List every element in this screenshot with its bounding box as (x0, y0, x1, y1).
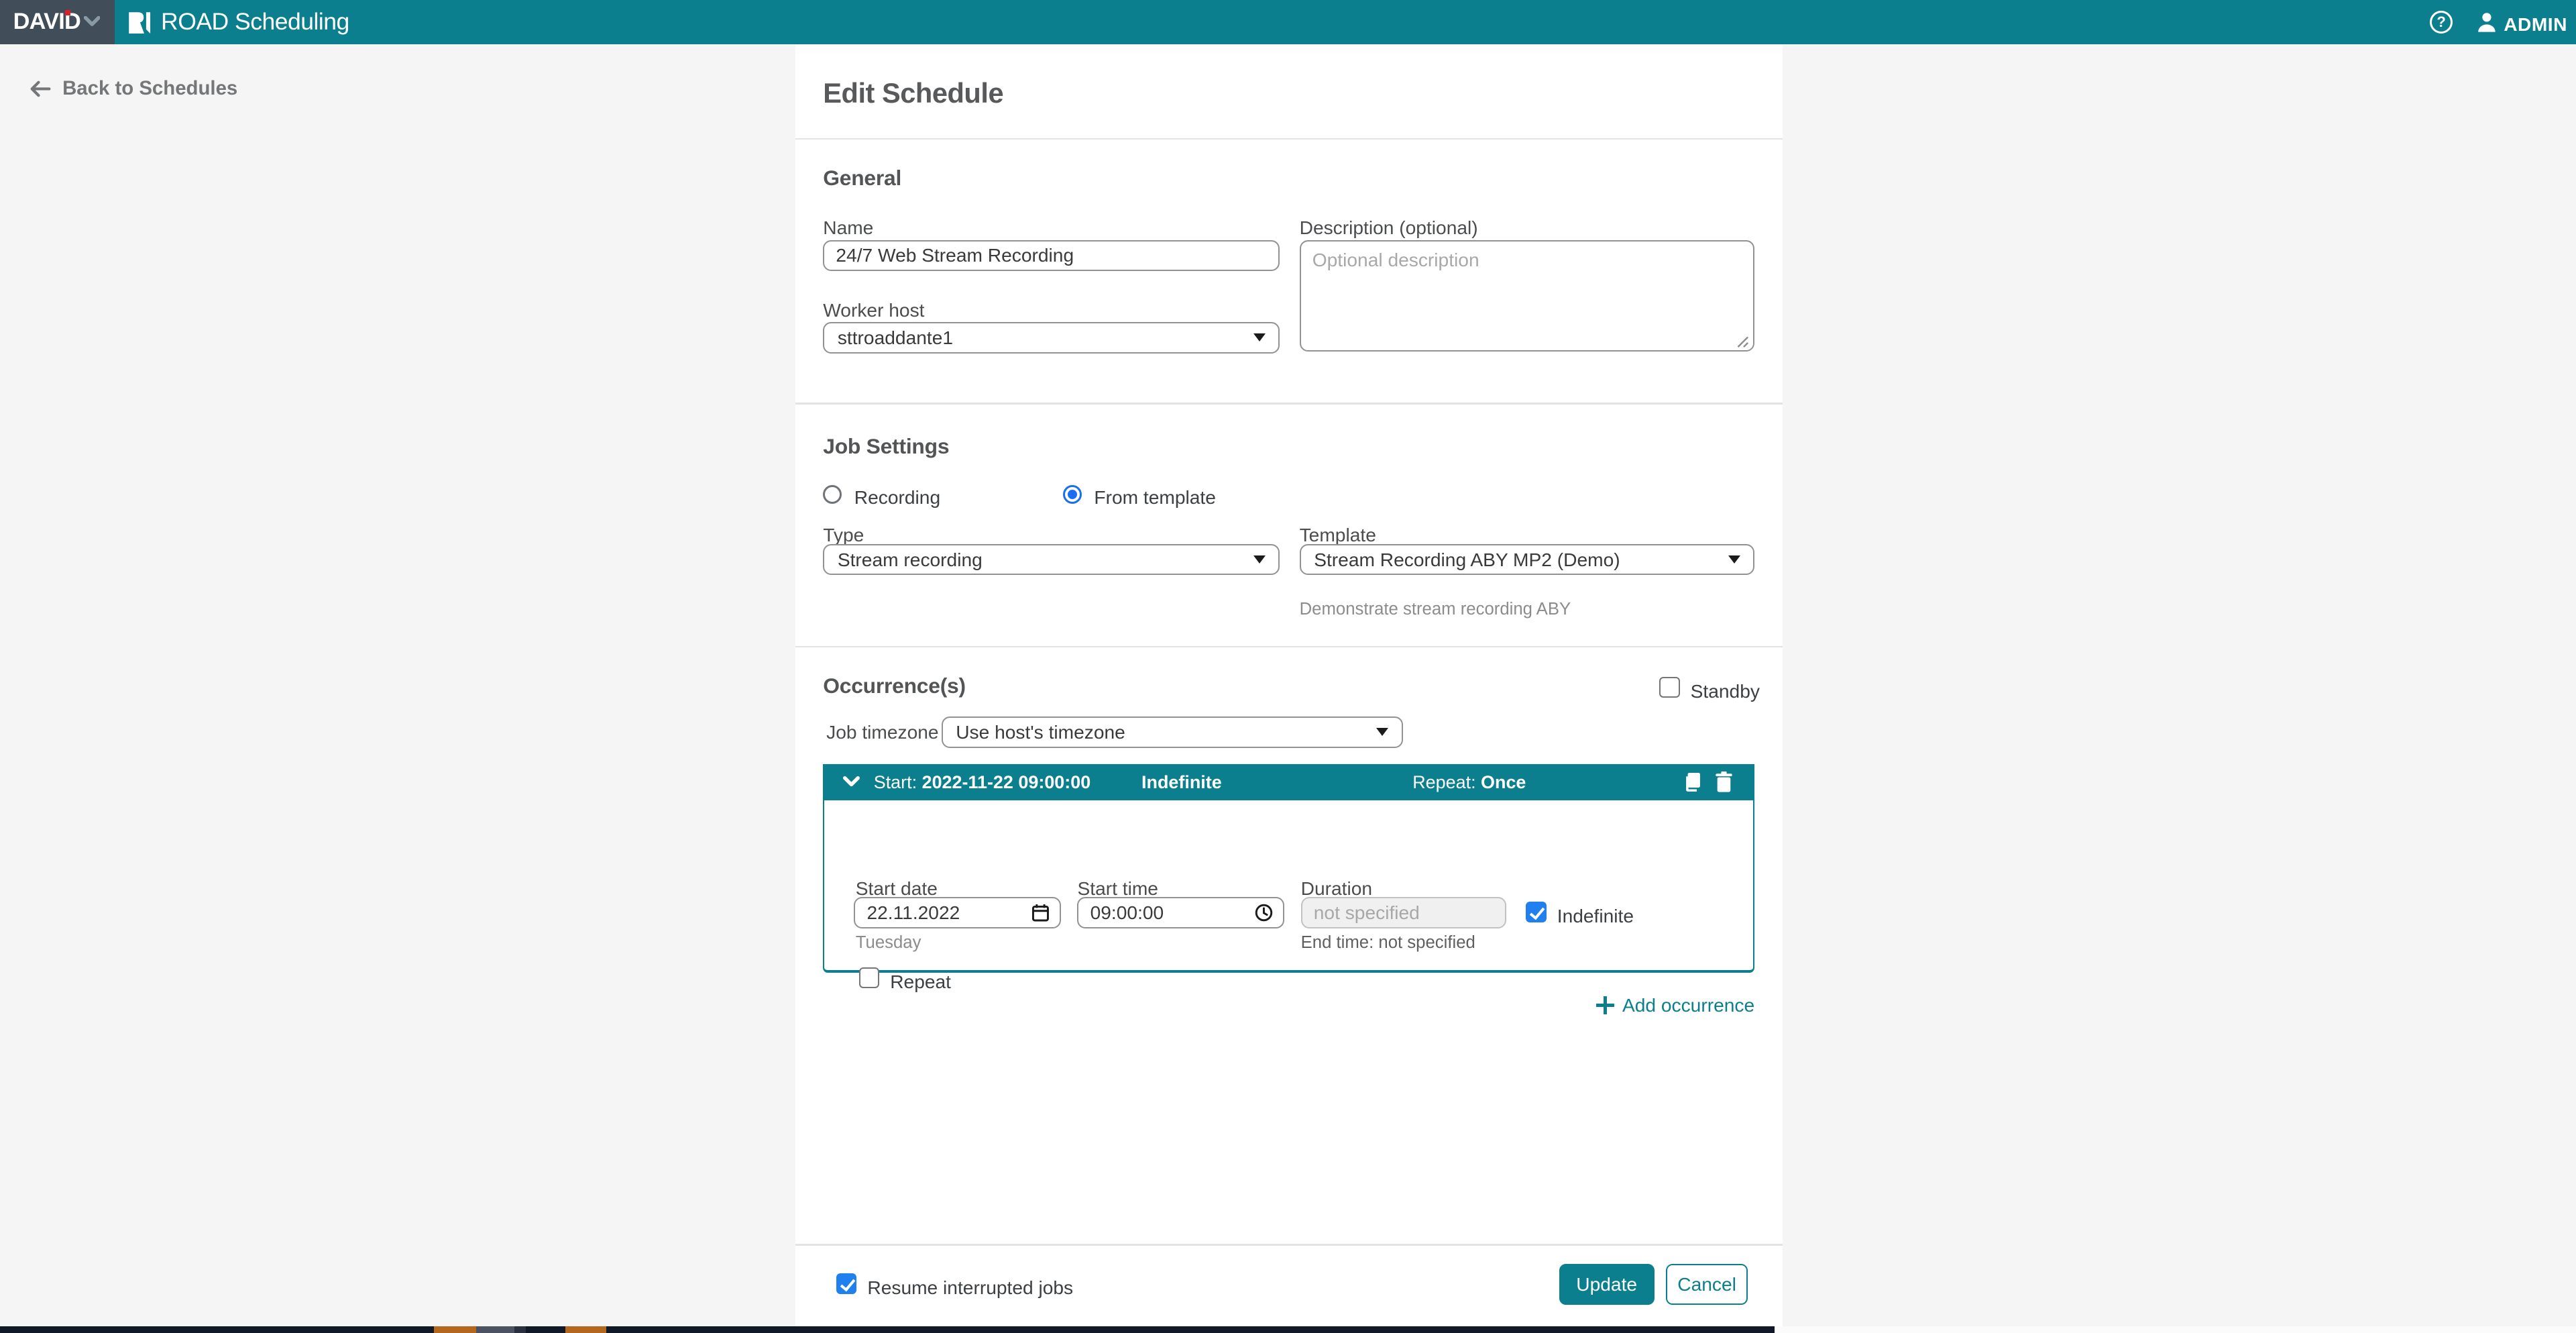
taskbar-segment-orange-2 (565, 1326, 606, 1333)
taskbar-segment-orange (434, 1326, 477, 1333)
general-divider (795, 403, 1783, 404)
job-timezone-value: Use host's timezone (956, 721, 1125, 743)
standby-checkbox[interactable] (1659, 677, 1680, 698)
david-logo: DAVID (13, 9, 80, 35)
job-settings-divider (795, 646, 1783, 647)
radio-recording-label[interactable]: Recording (854, 486, 940, 509)
david-logo-menu[interactable]: DAVID (0, 0, 115, 44)
taskbar-strip-right (1775, 1326, 2576, 1333)
indefinite-label[interactable]: Indefinite (1557, 905, 1634, 927)
back-link-label: Back to Schedules (62, 77, 237, 100)
type-value: Stream recording (838, 549, 983, 571)
app-viewport: DAVID ROAD Scheduling ? ADMIN Back to Sc… (0, 0, 2576, 1333)
repeat-checkbox-label[interactable]: Repeat (890, 971, 951, 993)
general-heading: General (823, 166, 901, 191)
add-occurrence-button[interactable]: Add occurrence (1596, 994, 1754, 1016)
standby-label[interactable]: Standby (1691, 680, 1760, 702)
start-date-weekday: Tuesday (856, 933, 921, 953)
page-title: Edit Schedule (823, 77, 1003, 109)
job-timezone-label: Job timezone (826, 721, 938, 743)
resume-interrupted-checkbox[interactable] (836, 1273, 857, 1294)
description-label: Description (optional) (1300, 217, 1478, 239)
top-bar: DAVID ROAD Scheduling ? ADMIN (0, 0, 2576, 44)
resume-interrupted-label[interactable]: Resume interrupted jobs (867, 1277, 1073, 1299)
occurrence-card: Start: 2022-11-22 09:00:00 Indefinite Re… (823, 764, 1754, 973)
worker-host-select[interactable]: sttroaddante1 (823, 322, 1280, 354)
repeat-checkbox[interactable] (859, 967, 880, 988)
chevron-down-icon (84, 16, 100, 28)
job-timezone-select[interactable]: Use host's timezone (942, 716, 1403, 748)
update-button[interactable]: Update (1559, 1264, 1655, 1305)
indefinite-flag: Indefinite (1141, 772, 1222, 793)
edit-schedule-card: Edit Schedule General Name Description (… (795, 44, 1783, 1332)
template-value: Stream Recording ABY MP2 (Demo) (1314, 549, 1620, 571)
template-label: Template (1300, 524, 1376, 546)
cancel-button[interactable]: Cancel (1666, 1264, 1748, 1305)
occurrences-heading: Occurrence(s) (823, 674, 966, 698)
start-time-input[interactable] (1077, 897, 1284, 928)
worker-host-value: sttroaddante1 (838, 327, 953, 349)
radio-recording[interactable] (823, 485, 842, 504)
job-settings-heading: Job Settings (823, 434, 949, 459)
footer-divider (795, 1244, 1783, 1245)
name-label: Name (823, 217, 873, 239)
arrow-left-icon (30, 80, 51, 98)
name-input[interactable] (823, 240, 1280, 272)
type-select[interactable]: Stream recording (823, 544, 1280, 576)
worker-host-label: Worker host (823, 299, 924, 321)
taskbar-strip (0, 1326, 1775, 1333)
user-icon[interactable] (2476, 11, 2498, 33)
occurrence-header[interactable]: Start: 2022-11-22 09:00:00 Indefinite Re… (823, 764, 1754, 800)
taskbar-segment-dark (514, 1326, 526, 1333)
occurrence-start-summary: Start: 2022-11-22 09:00:00 (874, 772, 1090, 793)
back-to-schedules-link[interactable]: Back to Schedules (30, 77, 237, 100)
template-help-text: Demonstrate stream recording ABY (1300, 600, 1571, 619)
start-date-input[interactable] (854, 897, 1061, 928)
start-label: Start: (874, 772, 917, 792)
type-label: Type (823, 524, 864, 546)
duration-label: Duration (1301, 877, 1372, 900)
help-glyph: ? (2437, 13, 2445, 31)
road-logo-icon (128, 11, 151, 34)
plus-icon (1596, 996, 1614, 1014)
description-textarea[interactable] (1300, 240, 1755, 352)
occurrence-repeat-summary: Repeat: Once (1412, 772, 1526, 793)
duplicate-icon[interactable] (1682, 771, 1701, 793)
help-icon[interactable]: ? (2430, 11, 2453, 34)
start-time-label: Start time (1077, 877, 1158, 900)
taskbar-segment-gray (476, 1326, 514, 1333)
add-occurrence-label: Add occurrence (1622, 994, 1754, 1016)
app-title: ROAD Scheduling (161, 8, 349, 36)
radio-from-template[interactable] (1063, 485, 1082, 504)
collapse-chevron-icon[interactable] (842, 776, 860, 789)
duration-input (1301, 897, 1506, 928)
start-value: 2022-11-22 09:00:00 (922, 772, 1091, 792)
admin-user-label[interactable]: ADMIN (2504, 13, 2567, 36)
end-time-note: End time: not specified (1301, 933, 1475, 953)
delete-icon[interactable] (1715, 771, 1733, 793)
radio-from-template-label[interactable]: From template (1094, 486, 1216, 509)
indefinite-checkbox[interactable] (1526, 902, 1547, 922)
logo-red-dot (65, 10, 70, 15)
repeat-label: Repeat: (1412, 772, 1475, 792)
template-select[interactable]: Stream Recording ABY MP2 (Demo) (1300, 544, 1755, 576)
start-date-label: Start date (856, 877, 938, 900)
repeat-value: Once (1481, 772, 1526, 792)
header-divider (795, 138, 1783, 140)
